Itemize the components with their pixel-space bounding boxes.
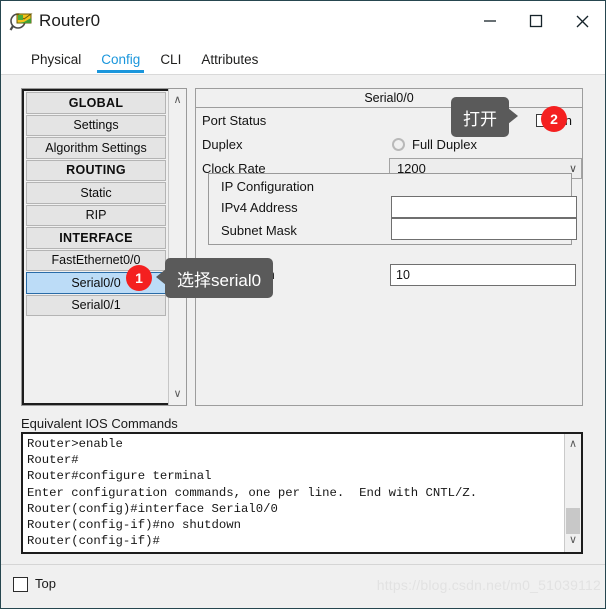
console-scroll-up-icon[interactable]: ∧ xyxy=(569,434,577,454)
interface-config-panel: Serial0/0 Port Status On Duplex Full Dup… xyxy=(195,88,583,406)
subnet-mask-label: Subnet Mask xyxy=(221,223,297,238)
panel-title: Serial0/0 xyxy=(196,89,582,108)
config-tree: GLOBAL Settings Algorithm Settings ROUTI… xyxy=(21,88,187,406)
console-scrollbar[interactable]: ∧ ∨ xyxy=(564,434,581,552)
full-duplex-label: Full Duplex xyxy=(412,136,478,152)
sidebar-item-rip[interactable]: RIP xyxy=(26,204,166,226)
sidebar-item-static[interactable]: Static xyxy=(26,182,166,204)
subnet-mask-input[interactable] xyxy=(391,218,577,240)
tab-physical[interactable]: Physical xyxy=(21,52,91,74)
tab-attributes[interactable]: Attributes xyxy=(191,52,268,74)
window-title: Router0 xyxy=(39,11,101,30)
sidebar-item-interface[interactable]: INTERFACE xyxy=(26,227,166,249)
config-body: GLOBAL Settings Algorithm Settings ROUTI… xyxy=(1,75,605,608)
config-tree-list: GLOBAL Settings Algorithm Settings ROUTI… xyxy=(22,89,168,405)
console-scroll-down-icon[interactable]: ∨ xyxy=(569,530,577,550)
top-checkbox[interactable] xyxy=(13,577,28,592)
title-bar: Router0 xyxy=(1,1,605,41)
sidebar-item-serial0-1[interactable]: Serial0/1 xyxy=(26,294,166,316)
bandwidth-input[interactable]: 10 xyxy=(390,264,576,286)
ios-commands-console: Router>enable Router# Router#configure t… xyxy=(21,432,583,554)
ipv4-address-label: IPv4 Address xyxy=(221,200,298,215)
sidebar-item-settings[interactable]: Settings xyxy=(26,114,166,136)
ip-configuration-group: IP Configuration IPv4 Address Subnet Mas… xyxy=(208,173,577,245)
port-status-label: Port Status xyxy=(202,112,267,128)
window-controls xyxy=(467,1,605,41)
ios-commands-text: Router>enable Router# Router#configure t… xyxy=(27,437,478,549)
ip-configuration-label: IP Configuration xyxy=(221,179,314,194)
scroll-up-icon[interactable]: ∧ xyxy=(173,89,181,111)
ipv4-address-input[interactable] xyxy=(391,196,577,218)
router-icon xyxy=(9,9,35,33)
sidebar-item-algorithm-settings[interactable]: Algorithm Settings xyxy=(26,137,166,159)
tab-config[interactable]: Config xyxy=(91,52,150,74)
tab-cli[interactable]: CLI xyxy=(150,52,191,74)
duplex-row: Duplex Full Duplex xyxy=(196,132,582,156)
full-duplex-radio[interactable] xyxy=(392,137,405,151)
bottom-bar: Top https://blog.csdn.net/m0_51039112 xyxy=(1,564,605,608)
callout-badge-1: 1 xyxy=(126,265,152,291)
maximize-button[interactable] xyxy=(513,1,559,41)
close-button[interactable] xyxy=(559,1,605,41)
tab-strip: Physical Config CLI Attributes xyxy=(1,41,605,75)
sidebar-item-global[interactable]: GLOBAL xyxy=(26,92,166,114)
duplex-label: Duplex xyxy=(202,136,243,152)
callout-select-serial: 选择serial0 xyxy=(155,258,274,298)
watermark: https://blog.csdn.net/m0_51039112 xyxy=(376,577,601,593)
top-label: Top xyxy=(35,576,56,591)
minimize-button[interactable] xyxy=(467,1,513,41)
sidebar-scrollbar[interactable]: ∧ ∨ xyxy=(168,89,186,405)
ios-commands-label: Equivalent IOS Commands xyxy=(21,416,178,431)
sidebar-item-routing[interactable]: ROUTING xyxy=(26,159,166,181)
callout-badge-2: 2 xyxy=(541,106,567,132)
port-status-row: Port Status On xyxy=(196,108,582,132)
callout-turn-on-port: 打开 xyxy=(451,97,518,137)
router-config-window: Router0 Physical Config CLI Attributes G… xyxy=(0,0,606,609)
scroll-down-icon[interactable]: ∨ xyxy=(173,383,181,405)
